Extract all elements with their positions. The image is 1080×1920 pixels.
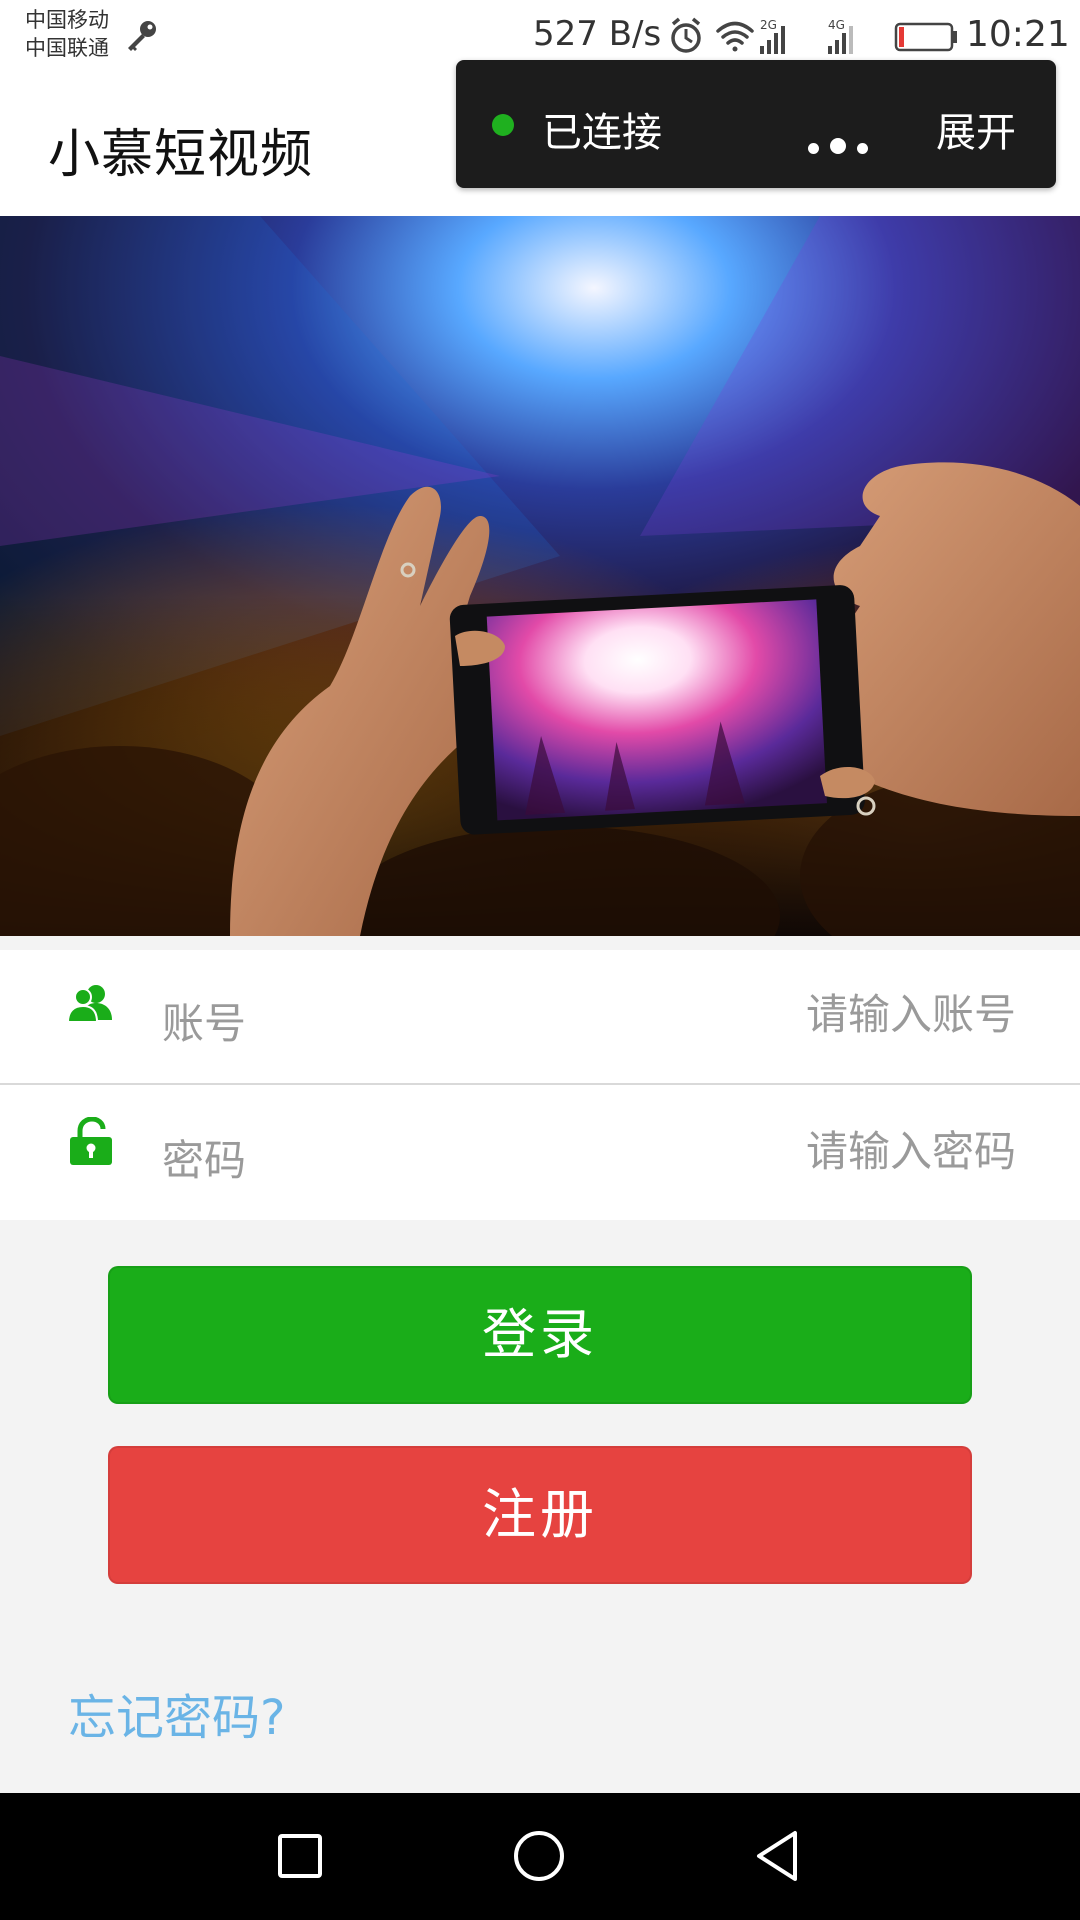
network-4g-label: 4G — [828, 18, 845, 32]
carrier-1: 中国移动 — [25, 8, 109, 32]
forgot-password-link[interactable]: 忘记密码? — [68, 1678, 285, 1748]
connected-dot-icon — [492, 114, 514, 136]
account-label: 账号 — [162, 999, 247, 1048]
key-icon — [128, 21, 156, 51]
login-form: 账号 密码 — [0, 950, 1080, 1220]
banner-image — [0, 216, 1080, 936]
back-icon[interactable] — [745, 1821, 815, 1891]
connection-status: 已连接 — [542, 110, 662, 156]
lock-open-icon — [70, 1117, 112, 1165]
account-row: 账号 — [0, 950, 1080, 1085]
carrier-info: 中国移动 中国联通 — [25, 6, 109, 62]
network-2g-label: 2G — [760, 18, 777, 32]
navigation-bar — [0, 1793, 1080, 1920]
user-group-icon — [66, 985, 112, 1023]
debug-connection-toast: 已连接 展开 — [456, 60, 1056, 188]
register-button[interactable]: 注册 — [108, 1446, 972, 1584]
status-icons: 2G 4G — [671, 17, 957, 54]
expand-button[interactable]: 展开 — [936, 100, 1016, 158]
battery-low-icon — [894, 22, 957, 52]
home-icon[interactable] — [504, 1821, 574, 1891]
recent-apps-icon[interactable] — [265, 1821, 335, 1891]
dots-icon — [808, 138, 879, 158]
net-speed: 527 B/s — [533, 14, 662, 54]
alarm-icon — [671, 17, 701, 53]
password-label: 密码 — [162, 1136, 247, 1185]
clock: 10:21 — [966, 14, 1070, 55]
password-input[interactable] — [516, 1121, 1016, 1181]
page-title: 小慕短视频 — [48, 125, 314, 185]
carrier-2: 中国联通 — [25, 36, 109, 60]
screen: 中国移动 中国联通 527 B/s 2G 4G 10:21 小慕短视频 已连接 … — [0, 0, 1080, 1920]
wifi-icon — [716, 21, 754, 52]
password-row: 密码 — [0, 1087, 1080, 1222]
account-input[interactable] — [516, 984, 1016, 1044]
login-button[interactable]: 登录 — [108, 1266, 972, 1404]
concert-phone-illustration — [0, 216, 1080, 936]
